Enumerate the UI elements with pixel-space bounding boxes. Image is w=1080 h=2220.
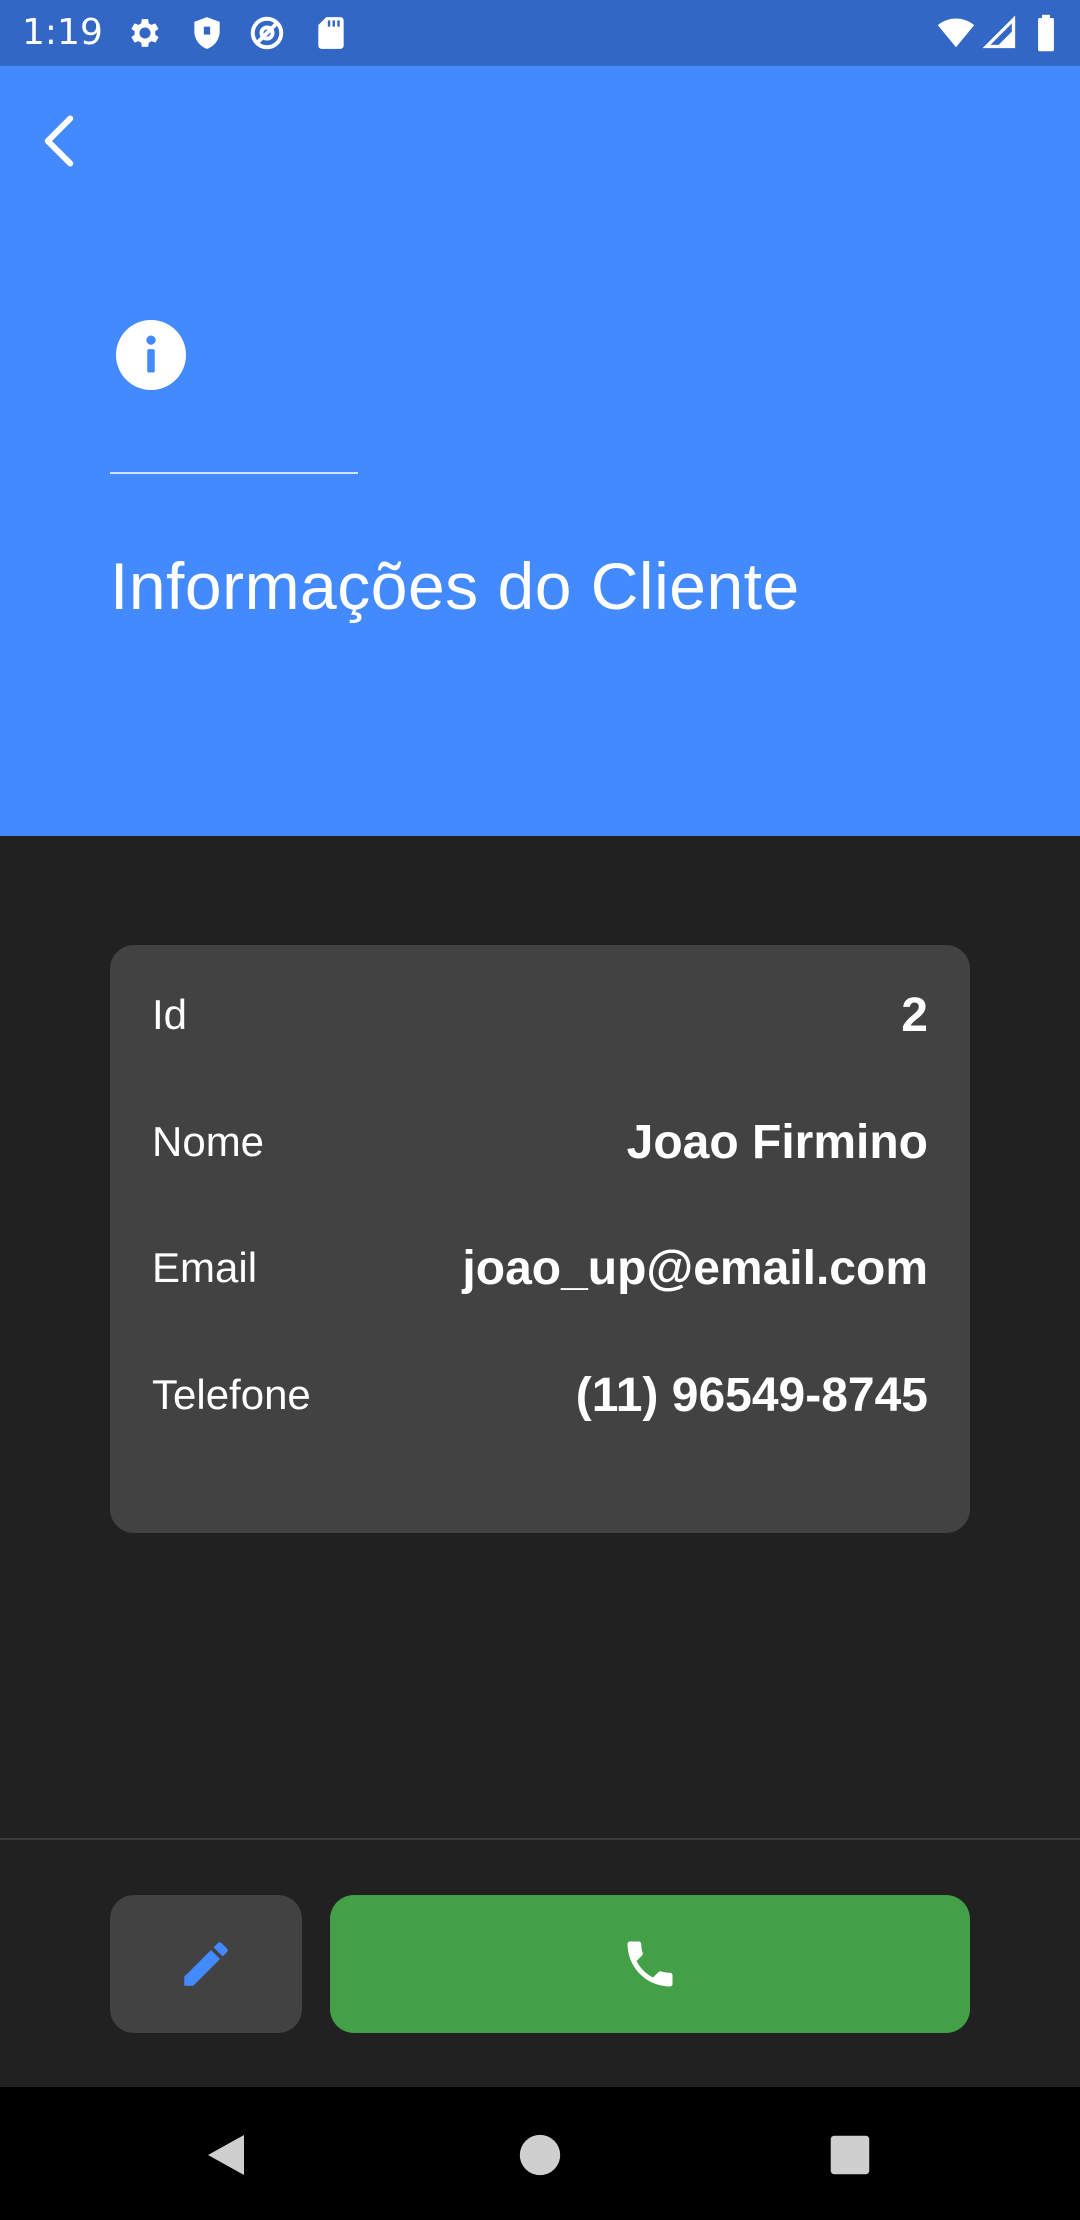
settings-gear-icon <box>131 19 159 47</box>
signal-icon <box>982 15 1016 49</box>
call-button[interactable] <box>330 1895 970 2033</box>
back-button[interactable] <box>24 106 94 176</box>
recents-square-icon <box>830 2135 870 2175</box>
status-time: 1:19 <box>22 12 103 53</box>
at-sign-icon <box>250 16 284 50</box>
client-info-card: Id 2 Nome Joao Firmino Email joao_up@ema… <box>110 945 970 1533</box>
back-triangle-icon <box>208 2135 244 2175</box>
nav-back-button[interactable] <box>178 2107 274 2203</box>
phone-value: (11) 96549-8745 <box>575 1368 928 1422</box>
header: Informações do Cliente <box>0 66 1080 836</box>
status-bar: 1:19 <box>0 0 1080 66</box>
battery-icon <box>1038 14 1054 52</box>
info-row-email: Email joao_up@email.com <box>152 1238 928 1298</box>
nav-home-button[interactable] <box>492 2107 588 2203</box>
id-label: Id <box>152 991 188 1038</box>
id-value: 2 <box>901 988 928 1042</box>
home-circle-icon <box>519 2134 561 2176</box>
header-divider <box>110 472 358 474</box>
nav-recents-button[interactable] <box>802 2107 898 2203</box>
phone-label: Telefone <box>152 1371 311 1418</box>
name-label: Nome <box>152 1118 265 1165</box>
info-row-phone: Telefone (11) 96549-8745 <box>152 1365 928 1425</box>
page-title: Informações do Cliente <box>110 549 800 623</box>
shield-icon <box>194 17 220 49</box>
name-value: Joao Firmino <box>626 1115 928 1169</box>
email-label: Email <box>152 1244 258 1291</box>
edit-button[interactable] <box>110 1895 302 2033</box>
info-circle-icon <box>116 320 186 390</box>
info-row-id: Id 2 <box>152 985 928 1045</box>
pencil-icon <box>184 1942 228 1986</box>
email-value: joao_up@email.com <box>462 1241 928 1295</box>
phone-icon <box>627 1941 673 1987</box>
chevron-left-icon <box>44 115 74 167</box>
wifi-icon <box>937 18 975 48</box>
system-nav-bar <box>0 2087 1080 2220</box>
sd-card-icon <box>318 17 344 49</box>
bottom-divider <box>0 1838 1080 1840</box>
info-row-name: Nome Joao Firmino <box>152 1112 928 1172</box>
